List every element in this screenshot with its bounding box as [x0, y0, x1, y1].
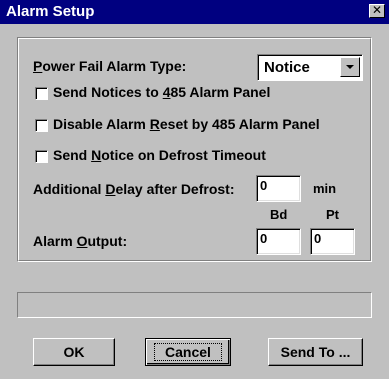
delay-label: Additional Delay after Defrost:: [33, 181, 235, 197]
cancel-button[interactable]: Cancel: [145, 338, 231, 366]
disable-alarm-reset-label[interactable]: Disable Alarm Reset by 485 Alarm Panel: [53, 116, 320, 132]
power-fail-type-select[interactable]: Notice: [257, 54, 363, 81]
alarm-setup-dialog: Alarm Setup ✕ Power Fail Alarm Type: Not…: [0, 0, 389, 379]
disable-alarm-reset-checkbox[interactable]: [35, 119, 48, 132]
alarm-output-label: Alarm Output:: [33, 233, 128, 249]
window-title: Alarm Setup: [6, 3, 95, 20]
send-notices-checkbox[interactable]: [35, 87, 48, 100]
send-notices-label[interactable]: Send Notices to 485 Alarm Panel: [53, 84, 270, 100]
send-notice-defrost-checkbox[interactable]: [35, 150, 48, 163]
send-to-button[interactable]: Send To ...: [268, 338, 363, 366]
close-icon: ✕: [371, 3, 383, 17]
chevron-down-icon: [346, 65, 354, 69]
send-notice-defrost-label[interactable]: Send Notice on Defrost Timeout: [53, 147, 266, 163]
status-bar: [17, 292, 372, 318]
bd-input[interactable]: 0: [256, 228, 301, 255]
close-button[interactable]: ✕: [369, 4, 385, 18]
power-fail-type-value: Notice: [264, 59, 310, 76]
power-fail-label: Power Fail Alarm Type:: [33, 58, 187, 74]
ok-button[interactable]: OK: [33, 338, 115, 366]
dropdown-button[interactable]: [340, 57, 360, 77]
pt-header: Pt: [326, 207, 339, 222]
cancel-button-label: Cancel: [154, 343, 222, 361]
pt-input[interactable]: 0: [310, 228, 355, 255]
delay-input[interactable]: 0: [256, 175, 301, 202]
title-bar: Alarm Setup ✕: [0, 0, 389, 24]
bd-header: Bd: [270, 207, 288, 222]
delay-unit: min: [313, 181, 337, 196]
